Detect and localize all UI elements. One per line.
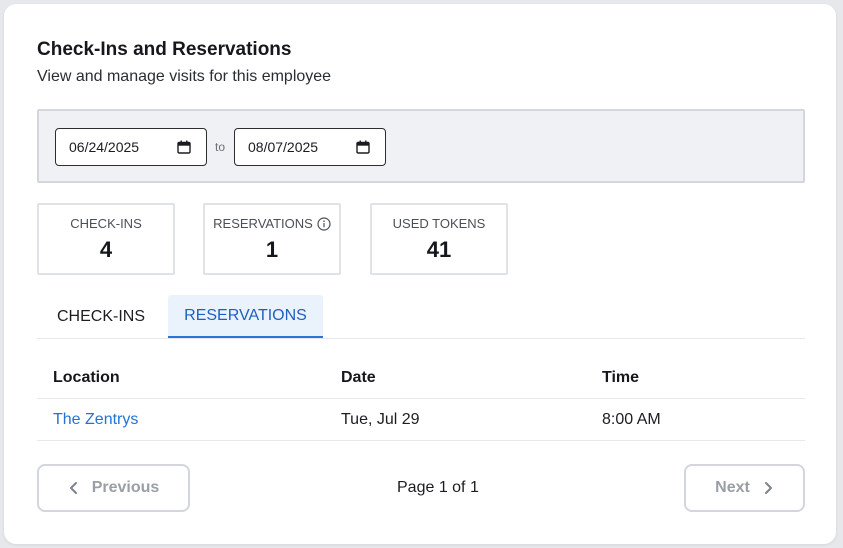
column-header-date: Date: [341, 369, 376, 386]
card-title: Check-Ins and Reservations: [37, 39, 292, 60]
stat-used-tokens-value: 41: [426, 237, 452, 262]
info-icon[interactable]: [317, 216, 331, 231]
end-date-input[interactable]: 08/07/2025: [234, 128, 386, 166]
stat-reservations-value: 1: [265, 237, 279, 262]
calendar-icon[interactable]: [356, 140, 370, 154]
stat-used-tokens: USED TOKENS 41: [370, 203, 508, 275]
start-date-input[interactable]: 06/24/2025: [55, 128, 207, 166]
start-date-value: 06/24/2025: [69, 139, 140, 155]
chevron-right-icon: [764, 482, 772, 494]
card-subtitle: View and manage visits for this employee: [37, 68, 332, 85]
date-range-separator: to: [215, 140, 226, 154]
reservations-table: Location Date Time The Zentrys Tue, Jul …: [37, 357, 805, 441]
stat-checkins-label: CHECK-INS: [70, 216, 142, 231]
tab-checkins[interactable]: CHECK-INS: [37, 295, 165, 338]
stat-reservations-label: RESERVATIONS: [213, 216, 313, 231]
tab-reservations[interactable]: RESERVATIONS: [168, 295, 323, 338]
chevron-left-icon: [69, 482, 77, 494]
calendar-icon[interactable]: [177, 140, 191, 154]
page-indicator: Page 1 of 1: [397, 479, 479, 496]
stat-reservations: RESERVATIONS 1: [203, 203, 341, 275]
visit-tabs: CHECK-INS RESERVATIONS: [37, 295, 805, 339]
checkins-reservations-card: Check-Ins and Reservations View and mana…: [4, 4, 836, 544]
table-header: Location Date Time: [37, 357, 805, 399]
column-header-time: Time: [602, 369, 640, 386]
column-header-location: Location: [53, 369, 120, 386]
location-link[interactable]: The Zentrys: [53, 411, 138, 429]
previous-label: Previous: [91, 479, 160, 496]
stat-used-tokens-label: USED TOKENS: [392, 216, 486, 231]
date-filter-panel: 06/24/2025 to 08/07/2025: [37, 109, 805, 183]
previous-button[interactable]: Previous: [37, 464, 190, 512]
reservation-time: 8:00 AM: [602, 411, 661, 428]
stat-checkins: CHECK-INS 4: [37, 203, 175, 275]
reservation-date: Tue, Jul 29: [341, 411, 420, 428]
next-button[interactable]: Next: [684, 464, 805, 512]
next-label: Next: [715, 479, 750, 496]
end-date-value: 08/07/2025: [248, 139, 319, 155]
stat-checkins-value: 4: [99, 237, 113, 262]
table-row: The Zentrys Tue, Jul 29 8:00 AM: [37, 399, 805, 441]
